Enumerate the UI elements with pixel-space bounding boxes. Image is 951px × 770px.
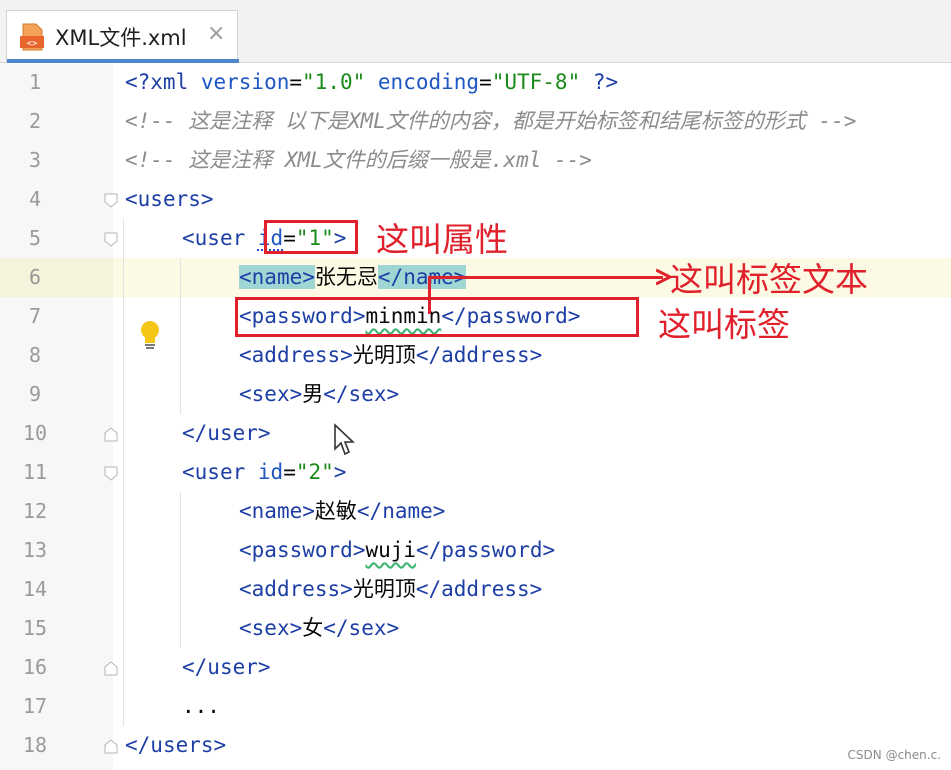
fold-open-icon[interactable] — [104, 466, 118, 481]
close-icon[interactable]: × — [207, 21, 225, 46]
tag-highlight-box — [235, 297, 639, 337]
tab-title: XML文件.xml — [55, 26, 187, 50]
code-line-1: <?xml version="1.0" encoding="UTF-8" ?> — [125, 70, 619, 94]
line-number: 7 — [28, 304, 42, 328]
line-number: 17 — [22, 694, 48, 718]
line-number: 9 — [28, 382, 42, 406]
line-number: 10 — [22, 421, 48, 445]
line-number: 15 — [22, 616, 48, 640]
line-number: 13 — [22, 538, 48, 562]
code-line-3: <!-- 这是注释 XML文件的后缀一般是.xml --> — [125, 148, 592, 172]
code-line-8: <address>光明顶</address> — [239, 343, 543, 367]
fold-close-icon[interactable] — [104, 661, 118, 676]
code-line-18: </users> — [125, 733, 227, 757]
code-line-13: <password>wuji</password> — [239, 538, 556, 562]
code-line-12: <name>赵敏</name> — [239, 499, 446, 523]
code-line-17: ... — [182, 694, 220, 718]
tag-annotation: 这叫标签 — [658, 305, 790, 344]
lightbulb-icon[interactable] — [138, 320, 162, 350]
fold-close-icon[interactable] — [104, 427, 118, 442]
code-line-4: <users> — [125, 187, 214, 211]
line-number: 3 — [28, 148, 42, 172]
svg-text:<>: <> — [27, 39, 38, 49]
code-line-10: </user> — [182, 421, 271, 445]
tag-text-connector-vertical — [428, 276, 431, 314]
editor-tab[interactable]: <> XML文件.xml × — [6, 10, 239, 63]
code-line-9: <sex>男</sex> — [239, 382, 400, 406]
line-number: 8 — [28, 343, 42, 367]
code-line-11: <user id="2"> — [182, 460, 347, 484]
fold-close-icon[interactable] — [104, 739, 118, 754]
code-line-2: <!-- 这是注释 以下是XML文件的内容，都是开始标签和结尾标签的形式 --> — [125, 109, 857, 133]
tag-text-annotation: 这叫标签文本 — [670, 260, 868, 299]
line-number: 5 — [28, 226, 42, 250]
watermark: CSDN @chen.c. — [847, 748, 941, 762]
line-number: 1 — [28, 70, 42, 94]
fold-open-icon[interactable] — [104, 193, 118, 208]
code-editor[interactable]: 1 2 3 4 5 6 7 8 9 10 11 12 13 14 15 16 1… — [0, 63, 951, 770]
code-line-16: </user> — [182, 655, 271, 679]
line-number: 6 — [28, 265, 42, 289]
attribute-annotation: 这叫属性 — [376, 220, 508, 259]
line-number: 4 — [28, 187, 42, 211]
indent-guide — [180, 492, 181, 648]
fold-open-icon[interactable] — [104, 232, 118, 247]
line-number: 16 — [22, 655, 48, 679]
line-number: 14 — [22, 577, 48, 601]
tab-bar: <> XML文件.xml × — [0, 0, 951, 63]
indent-guide — [123, 219, 124, 726]
line-number: 2 — [28, 109, 42, 133]
xml-file-icon: <> — [20, 23, 44, 51]
line-number: 18 — [22, 733, 48, 757]
tag-text-connector-horizontal — [428, 276, 663, 279]
code-line-15: <sex>女</sex> — [239, 616, 400, 640]
indent-guide — [180, 258, 181, 414]
mouse-pointer-icon — [334, 423, 355, 456]
code-line-14: <address>光明顶</address> — [239, 577, 543, 601]
attribute-highlight-box — [264, 220, 358, 254]
line-number: 12 — [22, 499, 48, 523]
line-number: 11 — [22, 460, 48, 484]
